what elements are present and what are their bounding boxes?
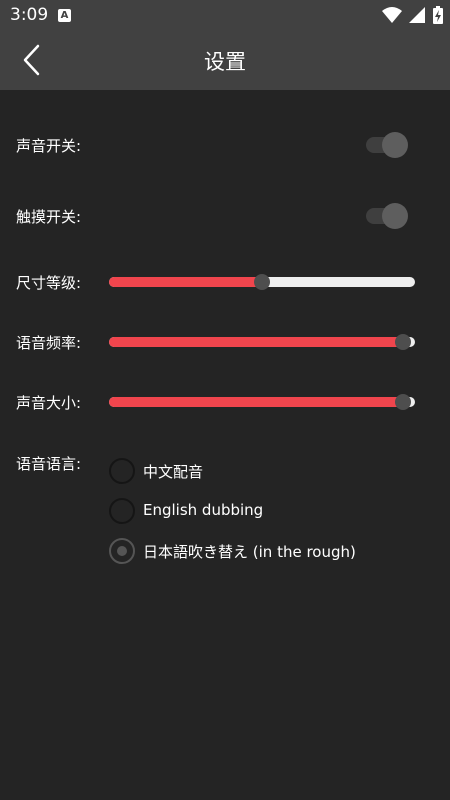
touch-switch-label: 触摸开关: bbox=[16, 208, 82, 226]
voice-rate-slider[interactable] bbox=[109, 332, 415, 352]
status-icons bbox=[381, 6, 444, 24]
signal-icon bbox=[408, 7, 425, 23]
slider-fill bbox=[109, 277, 262, 287]
battery-charging-icon bbox=[433, 6, 443, 24]
voice-language-label: 语音语言: bbox=[16, 455, 82, 473]
wifi-icon bbox=[381, 7, 402, 23]
radio-dot bbox=[117, 546, 127, 556]
radio-label: 日本語吹き替え (in the rough) bbox=[143, 543, 356, 561]
touch-switch[interactable] bbox=[364, 201, 410, 231]
slider-fill bbox=[109, 337, 403, 347]
toolbar: 设置 bbox=[0, 30, 450, 90]
radio-label: 中文配音 bbox=[143, 463, 204, 481]
status-bar: 3:09 A bbox=[0, 0, 450, 30]
page-title: 设置 bbox=[204, 50, 246, 74]
volume-slider[interactable] bbox=[109, 392, 415, 412]
radio-button[interactable] bbox=[109, 458, 135, 484]
notification-icon: A bbox=[58, 9, 71, 22]
slider-thumb[interactable] bbox=[394, 394, 411, 410]
size-level-label: 尺寸等级: bbox=[16, 274, 82, 292]
sound-switch[interactable] bbox=[364, 130, 410, 160]
slider-thumb[interactable] bbox=[254, 274, 270, 290]
switch-thumb bbox=[382, 132, 408, 158]
slider-thumb[interactable] bbox=[394, 334, 411, 350]
radio-button[interactable] bbox=[109, 538, 135, 564]
sound-switch-label: 声音开关: bbox=[16, 137, 82, 155]
radio-label: English dubbing bbox=[143, 501, 264, 519]
switch-thumb bbox=[382, 203, 408, 229]
slider-track bbox=[109, 337, 415, 347]
slider-track bbox=[109, 397, 415, 407]
status-time: 3:09 bbox=[10, 5, 49, 25]
size-level-slider[interactable] bbox=[109, 272, 415, 292]
radio-button[interactable] bbox=[109, 498, 135, 524]
voice-rate-label: 语音频率: bbox=[16, 334, 82, 352]
slider-fill bbox=[109, 397, 403, 407]
volume-label: 声音大小: bbox=[16, 394, 82, 412]
